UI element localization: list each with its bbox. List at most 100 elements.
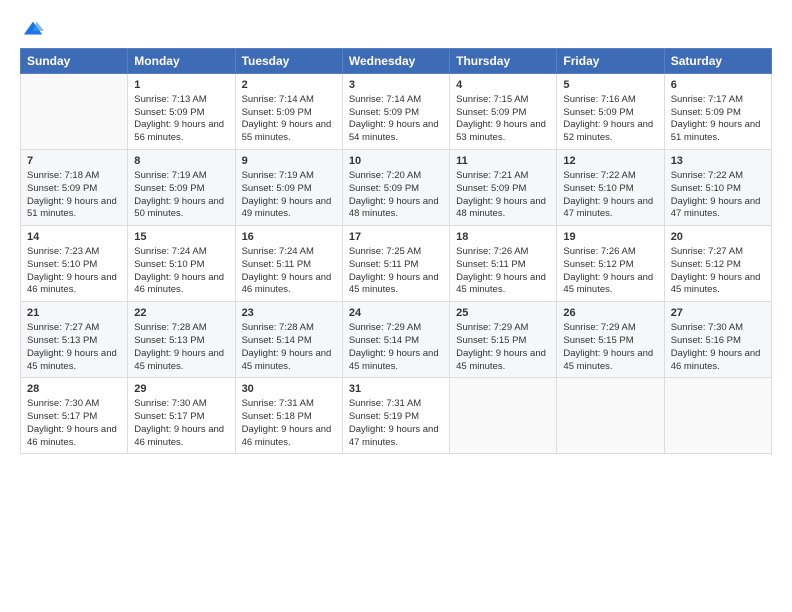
calendar-cell: 13Sunrise: 7:22 AMSunset: 5:10 PMDayligh… [664,150,771,226]
day-number: 27 [671,306,765,321]
calendar-cell: 8Sunrise: 7:19 AMSunset: 5:09 PMDaylight… [128,150,235,226]
daylight: Daylight: 9 hours and 46 minutes. [134,272,224,296]
day-number: 28 [27,382,121,397]
sunset: Sunset: 5:09 PM [456,183,526,194]
day-number: 30 [242,382,336,397]
daylight: Daylight: 9 hours and 47 minutes. [671,196,761,220]
day-number: 2 [242,78,336,93]
sunset: Sunset: 5:09 PM [27,183,97,194]
day-number: 5 [563,78,657,93]
calendar: SundayMondayTuesdayWednesdayThursdayFrid… [20,48,772,454]
calendar-cell: 22Sunrise: 7:28 AMSunset: 5:13 PMDayligh… [128,302,235,378]
daylight: Daylight: 9 hours and 45 minutes. [134,348,224,372]
sunset: Sunset: 5:10 PM [134,259,204,270]
calendar-cell: 25Sunrise: 7:29 AMSunset: 5:15 PMDayligh… [450,302,557,378]
calendar-cell: 14Sunrise: 7:23 AMSunset: 5:10 PMDayligh… [21,226,128,302]
calendar-cell: 26Sunrise: 7:29 AMSunset: 5:15 PMDayligh… [557,302,664,378]
calendar-cell: 21Sunrise: 7:27 AMSunset: 5:13 PMDayligh… [21,302,128,378]
calendar-week-row: 21Sunrise: 7:27 AMSunset: 5:13 PMDayligh… [21,302,772,378]
sunset: Sunset: 5:10 PM [563,183,633,194]
sunset: Sunset: 5:19 PM [349,411,419,422]
sunrise: Sunrise: 7:30 AM [134,398,206,409]
header-day: Sunday [21,49,128,74]
calendar-cell: 5Sunrise: 7:16 AMSunset: 5:09 PMDaylight… [557,74,664,150]
sunrise: Sunrise: 7:25 AM [349,246,421,257]
daylight: Daylight: 9 hours and 45 minutes. [563,272,653,296]
daylight: Daylight: 9 hours and 45 minutes. [349,272,439,296]
sunrise: Sunrise: 7:23 AM [27,246,99,257]
calendar-cell: 18Sunrise: 7:26 AMSunset: 5:11 PMDayligh… [450,226,557,302]
header-day: Tuesday [235,49,342,74]
daylight: Daylight: 9 hours and 51 minutes. [671,119,761,143]
calendar-cell: 17Sunrise: 7:25 AMSunset: 5:11 PMDayligh… [342,226,449,302]
daylight: Daylight: 9 hours and 45 minutes. [349,348,439,372]
daylight: Daylight: 9 hours and 45 minutes. [456,272,546,296]
calendar-cell: 7Sunrise: 7:18 AMSunset: 5:09 PMDaylight… [21,150,128,226]
calendar-cell [664,378,771,454]
sunset: Sunset: 5:09 PM [671,107,741,118]
header-day: Saturday [664,49,771,74]
day-number: 20 [671,230,765,245]
calendar-cell: 30Sunrise: 7:31 AMSunset: 5:18 PMDayligh… [235,378,342,454]
sunrise: Sunrise: 7:27 AM [671,246,743,257]
logo [20,18,44,40]
sunset: Sunset: 5:09 PM [456,107,526,118]
calendar-cell: 12Sunrise: 7:22 AMSunset: 5:10 PMDayligh… [557,150,664,226]
sunrise: Sunrise: 7:21 AM [456,170,528,181]
sunset: Sunset: 5:10 PM [671,183,741,194]
sunset: Sunset: 5:13 PM [27,335,97,346]
day-number: 16 [242,230,336,245]
daylight: Daylight: 9 hours and 47 minutes. [349,424,439,448]
calendar-cell: 28Sunrise: 7:30 AMSunset: 5:17 PMDayligh… [21,378,128,454]
day-number: 11 [456,154,550,169]
daylight: Daylight: 9 hours and 52 minutes. [563,119,653,143]
day-number: 8 [134,154,228,169]
calendar-cell [21,74,128,150]
sunset: Sunset: 5:18 PM [242,411,312,422]
daylight: Daylight: 9 hours and 54 minutes. [349,119,439,143]
day-number: 26 [563,306,657,321]
calendar-cell: 16Sunrise: 7:24 AM Sunset: 5:11 PM Dayligh… [235,226,342,302]
sunrise: Sunrise: 7:30 AM [671,322,743,333]
calendar-week-row: 14Sunrise: 7:23 AMSunset: 5:10 PMDayligh… [21,226,772,302]
sunrise: Sunrise: 7:15 AM [456,94,528,105]
daylight: Daylight: 9 hours and 46 minutes. [242,424,332,448]
sunset: Sunset: 5:10 PM [27,259,97,270]
calendar-cell: 20Sunrise: 7:27 AMSunset: 5:12 PMDayligh… [664,226,771,302]
day-number: 12 [563,154,657,169]
sunset: Sunset: 5:09 PM [134,183,204,194]
daylight: Daylight: 9 hours and 53 minutes. [456,119,546,143]
sunset: Sunset: 5:14 PM [242,335,312,346]
day-number: 3 [349,78,443,93]
daylight: Daylight: 9 hours and 46 minutes. [27,424,117,448]
sunrise: Sunrise: 7:20 AM [349,170,421,181]
day-number: 10 [349,154,443,169]
sunrise: Sunrise: 7:28 AM [134,322,206,333]
day-number: 29 [134,382,228,397]
calendar-cell: 23Sunrise: 7:28 AMSunset: 5:14 PMDayligh… [235,302,342,378]
calendar-cell: 19Sunrise: 7:26 AMSunset: 5:12 PMDayligh… [557,226,664,302]
daylight: Daylight: 9 hours and 46 minutes. [134,424,224,448]
sunset: Sunset: 5:15 PM [563,335,633,346]
sunset: Sunset: 5:16 PM [671,335,741,346]
day-number: 19 [563,230,657,245]
sunrise: Sunrise: 7:26 AM [563,246,635,257]
daylight: Daylight: 9 hours and 51 minutes. [27,196,117,220]
header-day: Monday [128,49,235,74]
daylight: Daylight: 9 hours and 45 minutes. [27,348,117,372]
calendar-week-row: 1Sunrise: 7:13 AMSunset: 5:09 PMDaylight… [21,74,772,150]
calendar-cell [557,378,664,454]
daylight: Daylight: 9 hours and 48 minutes. [456,196,546,220]
sunset: Sunset: 5:11 PM [242,259,312,270]
sunrise: Sunrise: 7:22 AM [563,170,635,181]
sunrise: Sunrise: 7:24 AM [242,246,314,257]
sunset: Sunset: 5:09 PM [242,183,312,194]
day-number: 23 [242,306,336,321]
day-number: 13 [671,154,765,169]
day-number: 24 [349,306,443,321]
daylight: Daylight: 9 hours and 46 minutes. [242,272,332,296]
day-number: 6 [671,78,765,93]
daylight: Daylight: 9 hours and 45 minutes. [563,348,653,372]
day-number: 25 [456,306,550,321]
sunrise: Sunrise: 7:29 AM [349,322,421,333]
